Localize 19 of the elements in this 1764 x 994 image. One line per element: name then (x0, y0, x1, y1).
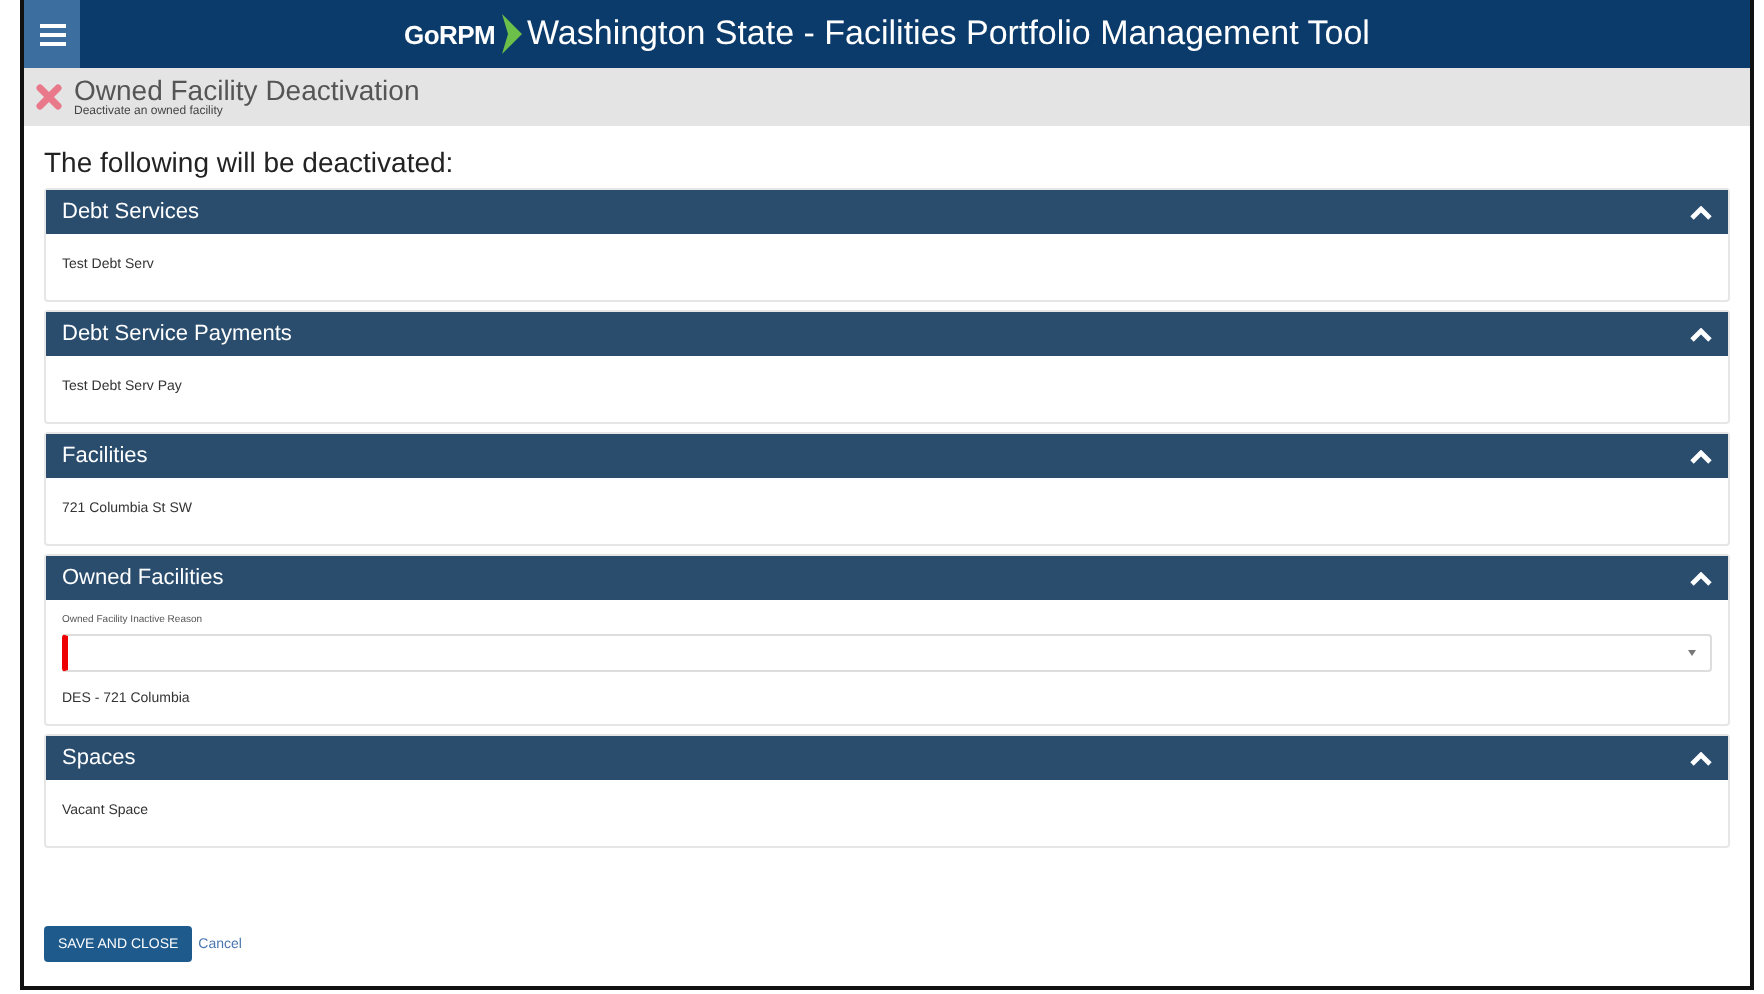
section-header[interactable]: Spaces (46, 736, 1728, 780)
chevron-up-icon[interactable] (1690, 571, 1712, 585)
chevron-up-icon[interactable] (1690, 327, 1712, 341)
chevron-up-icon[interactable] (1690, 449, 1712, 463)
dropdown-caret-icon (1688, 650, 1696, 656)
chevron-logo-icon (501, 14, 521, 54)
chevron-up-icon[interactable] (1690, 751, 1712, 765)
chevron-up-icon[interactable] (1690, 205, 1712, 219)
menu-icon (39, 23, 65, 45)
app-title: Washington State - Facilities Portfolio Management Tool (527, 14, 1370, 54)
brand-name: GoRPM (404, 19, 495, 49)
section-header[interactable]: Debt Service Payments (46, 312, 1728, 356)
section-header[interactable]: Debt Services (46, 190, 1728, 234)
menu-button[interactable] (24, 0, 80, 68)
select-field[interactable] (62, 634, 1712, 672)
section-header[interactable]: Facilities (46, 434, 1728, 478)
section-header[interactable]: Owned Facilities (46, 556, 1728, 600)
intro-text: The following will be deactivated: (44, 146, 456, 178)
page-title: Owned Facility Deactivation (74, 76, 420, 106)
